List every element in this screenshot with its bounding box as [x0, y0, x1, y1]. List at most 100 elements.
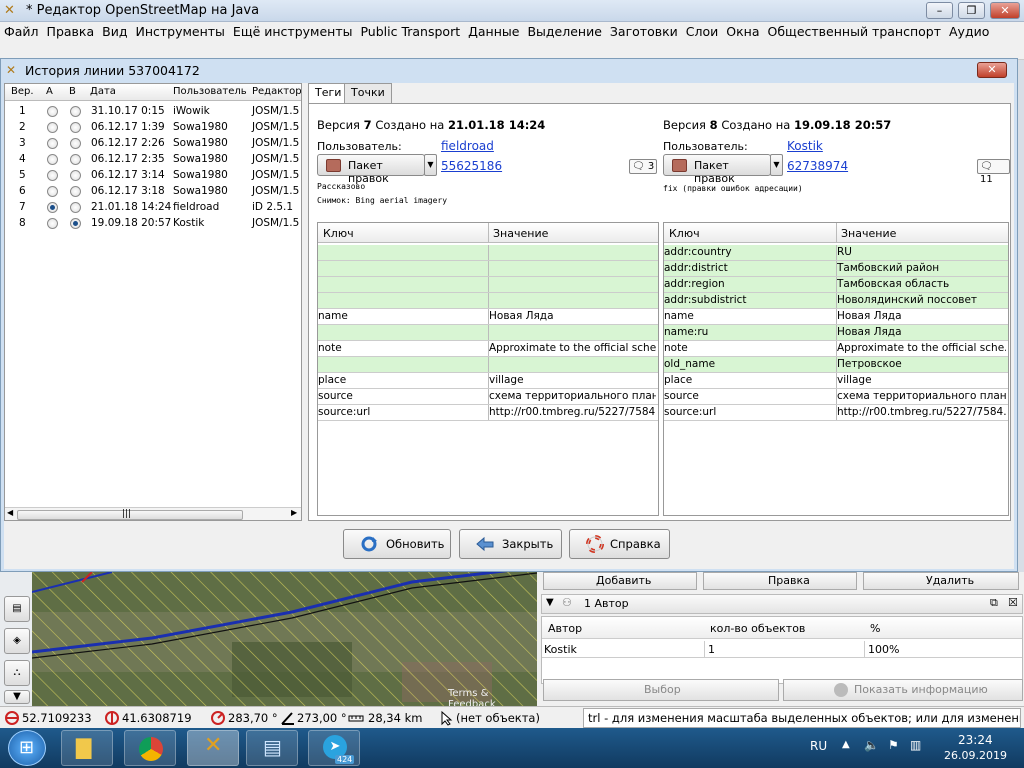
taskbar-telegram[interactable]: ➤ 424	[308, 730, 360, 766]
table-row[interactable]: 3 06.12.17 2:26 Sowa1980 JOSM/1.5 (	[5, 136, 301, 152]
more-button[interactable]: ▼	[4, 690, 30, 704]
table-row[interactable]: Kostik 1 100%	[542, 641, 1022, 658]
radio-a[interactable]	[47, 154, 58, 165]
menu-item-1[interactable]: Правка	[43, 22, 99, 39]
select-button[interactable]: Выбор	[543, 679, 779, 701]
right-changeset-button[interactable]: Пакет правок	[663, 154, 771, 185]
maximize-button[interactable]: ❐	[958, 2, 985, 19]
radio-a[interactable]	[47, 186, 58, 197]
radio-a[interactable]	[47, 106, 58, 117]
table-row[interactable]: 6 06.12.17 3:18 Sowa1980 JOSM/1.5 (	[5, 184, 301, 200]
col-b[interactable]: B	[69, 86, 76, 97]
table-row[interactable]: name Новая Ляда	[664, 309, 1008, 325]
menu-item-3[interactable]: Инструменты	[131, 22, 228, 39]
col-ver[interactable]: Вер.	[11, 86, 34, 97]
radio-a[interactable]	[47, 170, 58, 181]
table-row[interactable]: place village	[318, 373, 658, 389]
right-changeset-dropdown[interactable]: ▼	[770, 154, 783, 176]
show-info-button[interactable]: Показать информацию	[783, 679, 1023, 701]
map-attribution[interactable]: Terms & Feedback	[448, 688, 537, 706]
table-row[interactable]: note Approximate to the official sche...	[318, 341, 658, 357]
table-row[interactable]: source схема территориального плане...	[664, 389, 1008, 405]
tab-nodes[interactable]: Точки	[344, 83, 392, 103]
radio-b[interactable]	[70, 154, 81, 165]
taskbar-chrome[interactable]	[124, 730, 176, 766]
taskbar-explorer[interactable]: ▇	[61, 730, 113, 766]
right-changeset-link[interactable]: 62738974	[787, 159, 848, 173]
table-row[interactable]: source:url http://r00.tmbreg.ru/5227/7584…	[664, 405, 1008, 421]
detach-icon[interactable]: ⧉	[990, 596, 998, 610]
col-author[interactable]: Автор	[548, 622, 582, 635]
map-view[interactable]: Terms & Feedback	[32, 572, 537, 706]
menu-item-9[interactable]: Слои	[682, 22, 723, 39]
table-row[interactable]: 4 06.12.17 2:35 Sowa1980 JOSM/1.5 (	[5, 152, 301, 168]
col-a[interactable]: A	[46, 86, 53, 97]
radio-b[interactable]	[70, 122, 81, 133]
dialog-close-button[interactable]: ✕	[977, 62, 1007, 78]
radio-b[interactable]	[70, 106, 81, 117]
scroll-right-icon[interactable]: ▶	[291, 508, 297, 517]
table-row[interactable]: 1 31.10.17 0:15 iWowik JOSM/1.5 (	[5, 104, 301, 120]
flag-icon[interactable]: ⚑	[888, 738, 899, 752]
table-row[interactable]	[318, 245, 658, 261]
radio-a[interactable]	[47, 138, 58, 149]
col-key[interactable]: Ключ	[669, 227, 700, 240]
refresh-button[interactable]: Обновить	[343, 529, 451, 559]
history-hscrollbar[interactable]: ◀ ||| ▶	[5, 507, 301, 520]
menu-item-0[interactable]: Файл	[0, 22, 43, 39]
left-comments-badge[interactable]: 🗨 3	[629, 159, 658, 174]
col-pct[interactable]: %	[870, 622, 880, 635]
speaker-icon[interactable]: 🔈	[864, 738, 879, 752]
table-row[interactable]: addr:region Тамбовская область	[664, 277, 1008, 293]
start-button[interactable]: ⊞	[8, 730, 46, 766]
table-row[interactable]	[318, 261, 658, 277]
table-row[interactable]	[318, 325, 658, 341]
radio-a[interactable]	[47, 122, 58, 133]
scroll-thumb[interactable]: |||	[17, 509, 243, 520]
table-row[interactable]	[318, 357, 658, 373]
network-icon[interactable]: ▥	[910, 738, 921, 752]
authors-panel-header[interactable]: ▼ ⚇ 1 Автор ⧉ ☒	[541, 594, 1023, 614]
map-canvas[interactable]	[32, 572, 537, 706]
table-row[interactable]: name Новая Ляда	[318, 309, 658, 325]
table-row[interactable]: addr:country RU	[664, 245, 1008, 261]
close-icon[interactable]: ☒	[1008, 596, 1018, 609]
table-row[interactable]: old_name Петровское	[664, 357, 1008, 373]
menu-item-6[interactable]: Данные	[464, 22, 523, 39]
language-indicator[interactable]: RU	[810, 739, 827, 753]
menu-item-10[interactable]: Окна	[722, 22, 763, 39]
table-row[interactable]: name:ru Новая Ляда	[664, 325, 1008, 341]
radio-a[interactable]	[47, 202, 58, 213]
right-user-link[interactable]: Kostik	[787, 139, 823, 153]
col-value[interactable]: Значение	[493, 227, 548, 240]
radio-b[interactable]	[70, 218, 81, 229]
col-date[interactable]: Дата	[90, 86, 116, 97]
table-row[interactable]	[318, 293, 658, 309]
add-button[interactable]: Добавить	[543, 572, 697, 590]
help-button[interactable]: Справка	[569, 529, 670, 559]
right-comments-badge[interactable]: 🗨 11	[977, 159, 1010, 185]
taskbar-notepad[interactable]: ▤	[246, 730, 298, 766]
menu-item-12[interactable]: Аудио	[945, 22, 993, 39]
scroll-left-icon[interactable]: ◀	[7, 508, 13, 517]
left-user-link[interactable]: fieldroad	[441, 139, 494, 153]
table-row[interactable]: addr:subdistrict Новолядинский поссовет	[664, 293, 1008, 309]
table-row[interactable]: 7 21.01.18 14:24 fieldroad iD 2.5.1	[5, 200, 301, 216]
table-row[interactable]: source схема территориального план...	[318, 389, 658, 405]
table-row[interactable]: place village	[664, 373, 1008, 389]
radio-a[interactable]	[47, 218, 58, 229]
radio-b[interactable]	[70, 186, 81, 197]
chevron-up-icon[interactable]: ▲	[842, 739, 850, 750]
close-dialog-button[interactable]: Закрыть	[459, 529, 562, 559]
menu-item-5[interactable]: Public Transport	[356, 22, 464, 39]
col-editor[interactable]: Редактор	[252, 86, 301, 97]
layers-button[interactable]: ▤	[4, 596, 30, 622]
table-row[interactable]: 5 06.12.17 3:14 Sowa1980 JOSM/1.5 (	[5, 168, 301, 184]
col-key[interactable]: Ключ	[323, 227, 354, 240]
left-changeset-link[interactable]: 55625186	[441, 159, 502, 173]
minimize-button[interactable]: –	[926, 2, 953, 19]
col-count[interactable]: кол-во объектов	[710, 622, 805, 635]
table-row[interactable]: 8 19.09.18 20:57 Kostik JOSM/1.5 (	[5, 216, 301, 232]
chevron-down-icon[interactable]: ▼	[546, 597, 554, 608]
tags-button[interactable]: ◈	[4, 628, 30, 654]
